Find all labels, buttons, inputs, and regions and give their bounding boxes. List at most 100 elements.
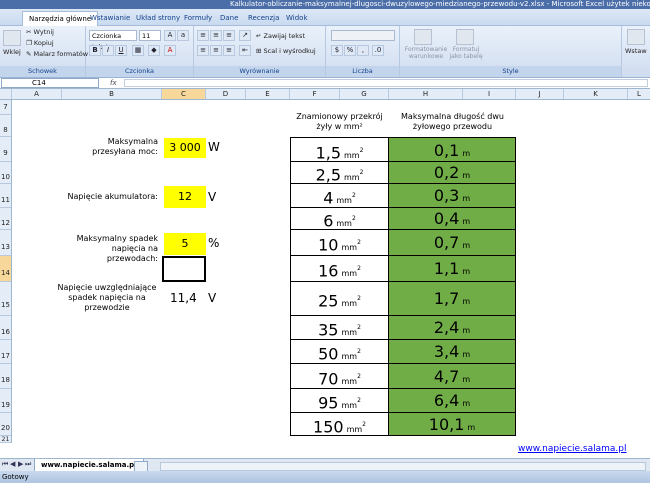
underline-button[interactable]: U — [115, 45, 127, 56]
clipboard-group-label: Schowek — [0, 66, 85, 77]
row-header[interactable]: 13 — [0, 230, 11, 256]
row-header[interactable]: 9 — [0, 137, 11, 162]
section-cell: 25 mm2 — [290, 282, 389, 316]
fx-icon[interactable]: fx — [110, 78, 117, 88]
fill-color-icon[interactable]: ◆ — [148, 45, 160, 56]
drop-input[interactable]: 5 — [164, 233, 206, 255]
grow-font-button[interactable]: A — [164, 30, 176, 41]
insert-button[interactable]: Wstaw — [625, 47, 647, 55]
row-header[interactable]: 20 — [0, 413, 11, 436]
drop-label: Maksymalny spadek napięcia na przewodach… — [76, 234, 158, 263]
window-title: Kalkulator-obliczanie-maksymalnej-dlugos… — [0, 0, 650, 9]
format-painter-button[interactable]: ✎ Malarz formatów — [26, 50, 88, 58]
horizontal-scrollbar[interactable] — [160, 462, 646, 471]
cells-group: Wstaw — [622, 26, 650, 77]
sheet-nav-prev-icon[interactable]: ◀ — [10, 460, 15, 468]
align-top-icon[interactable]: ≡ — [197, 30, 209, 41]
align-bottom-icon[interactable]: ≡ — [223, 30, 235, 41]
merge-center-button[interactable]: ⊞ Scal i wyśrodkuj — [256, 47, 316, 55]
font-size-select[interactable]: 11 — [139, 30, 161, 41]
font-color-icon[interactable]: A — [164, 45, 176, 56]
align-center-icon[interactable]: ≡ — [210, 45, 222, 56]
formula-input[interactable] — [124, 79, 648, 87]
shrink-font-button[interactable]: a — [177, 30, 189, 41]
paste-button[interactable]: Wklej — [3, 48, 21, 56]
tab-formulas[interactable]: Formuły — [178, 11, 218, 25]
row-header[interactable]: 15 — [0, 282, 11, 316]
clipboard-group: Wklej ✂ Wytnij ❐ Kopiuj ✎ Malarz formató… — [0, 26, 88, 77]
borders-icon[interactable]: ▦ — [132, 45, 144, 56]
column-header[interactable]: E — [246, 89, 290, 99]
section-cell: 150 mm2 — [290, 413, 389, 436]
column-header[interactable]: K — [564, 89, 628, 99]
select-all-corner[interactable] — [0, 89, 12, 99]
font-name-select[interactable]: Czcionka tekstu — [89, 30, 137, 51]
website-link[interactable]: www.napiecie.salama.pl — [518, 444, 627, 454]
row-header[interactable]: 18 — [0, 364, 11, 389]
indent-icon[interactable]: ⇤ — [239, 45, 251, 56]
thousands-icon[interactable]: , — [357, 45, 369, 56]
tab-insert[interactable]: Wstawianie — [84, 11, 136, 25]
increase-decimal-icon[interactable]: .0 — [372, 45, 384, 56]
sheet-nav-next-icon[interactable]: ▶ — [18, 460, 23, 468]
row-header[interactable]: 16 — [0, 316, 11, 340]
formula-bar: C14 fx — [0, 78, 650, 89]
power-input[interactable]: 3 000 — [164, 138, 206, 158]
wrap-text-button[interactable]: ↵ Zawijaj tekst — [256, 32, 305, 40]
section-cell: 4 mm2 — [290, 184, 389, 208]
row-header[interactable]: 12 — [0, 208, 11, 230]
tab-review[interactable]: Recenzja — [242, 11, 285, 25]
row-header[interactable]: 11 — [0, 184, 11, 208]
column-header[interactable]: C — [162, 89, 206, 99]
column-header[interactable]: I — [463, 89, 516, 99]
section-cell: 1,5 mm2 — [290, 137, 389, 162]
align-left-icon[interactable]: ≡ — [197, 45, 209, 56]
currency-icon[interactable]: $ — [331, 45, 343, 56]
section-cell: 95 mm2 — [290, 389, 389, 413]
row-header[interactable]: 14 — [0, 256, 11, 282]
voltage-input[interactable]: 12 — [164, 186, 206, 208]
row-headers: 7 8 9 10 11 12 13 14 15 16 17 18 19 20 2… — [0, 100, 12, 443]
row-header[interactable]: 17 — [0, 340, 11, 364]
section-cell: 2,5 mm2 — [290, 162, 389, 184]
column-header[interactable]: A — [12, 89, 62, 99]
copy-button[interactable]: ❐ Kopiuj — [26, 39, 54, 47]
row-header[interactable]: 19 — [0, 389, 11, 413]
adjusted-voltage-label: Napięcie uwzględniające spadek napięcia … — [57, 283, 157, 312]
column-header[interactable]: L — [628, 89, 650, 99]
format-table-button[interactable]: Formatuj jako tabelę — [446, 46, 486, 60]
column-header[interactable]: H — [389, 89, 463, 99]
column-header[interactable]: D — [206, 89, 246, 99]
bold-button[interactable]: B — [89, 45, 101, 56]
align-middle-icon[interactable]: ≡ — [210, 30, 222, 41]
conditional-format-button[interactable]: Formatowanie warunkowe — [404, 46, 448, 60]
number-format-select[interactable] — [331, 30, 395, 41]
sheet-nav-last-icon[interactable]: ⏭ — [25, 460, 31, 469]
row-header[interactable]: 21 — [0, 436, 11, 443]
name-box[interactable]: C14 — [1, 78, 99, 88]
length-cell: 10,1 m — [389, 413, 516, 436]
column-header[interactable]: F — [290, 89, 340, 99]
column-header[interactable]: J — [516, 89, 564, 99]
row-header[interactable]: 10 — [0, 162, 11, 184]
align-right-icon[interactable]: ≡ — [223, 45, 235, 56]
length-header: Maksymalna długość dwu żyłowego przewodu — [401, 112, 504, 131]
orientation-icon[interactable]: ↗ — [239, 30, 251, 41]
length-cell: 0,3 m — [389, 184, 516, 208]
cut-button[interactable]: ✂ Wytnij — [26, 28, 54, 36]
wrap-icon: ↵ — [256, 32, 262, 40]
italic-button[interactable]: I — [102, 45, 114, 56]
tab-view[interactable]: Widok — [280, 11, 314, 25]
conditional-format-icon — [414, 29, 432, 45]
paste-icon[interactable] — [3, 30, 21, 46]
row-header[interactable]: 8 — [0, 115, 11, 137]
percent-icon[interactable]: % — [344, 45, 356, 56]
selected-cell-c14[interactable] — [162, 256, 206, 282]
length-cell: 2,4 m — [389, 316, 516, 340]
column-header[interactable]: G — [340, 89, 389, 99]
section-cell: 70 mm2 — [290, 364, 389, 389]
row-header[interactable]: 7 — [0, 100, 11, 115]
tab-data[interactable]: Dane — [214, 11, 244, 25]
sheet-nav-first-icon[interactable]: ⏮ — [2, 460, 8, 469]
column-header[interactable]: B — [62, 89, 162, 99]
